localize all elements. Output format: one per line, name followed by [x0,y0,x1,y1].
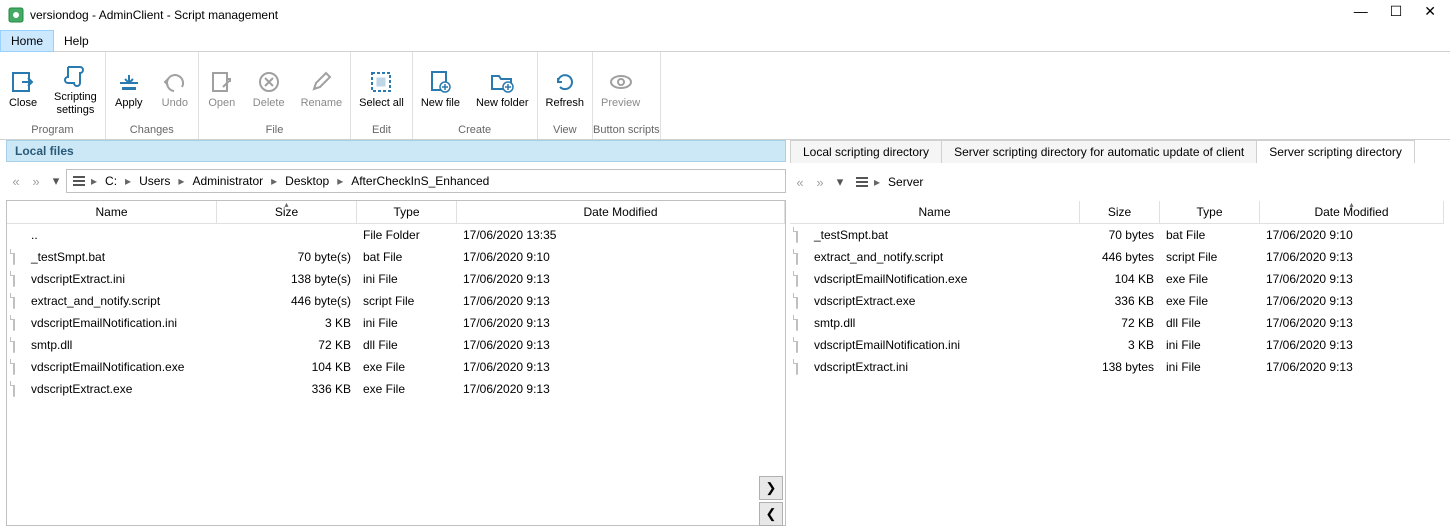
group-label-file: File [199,123,350,139]
undo-icon [160,67,190,97]
new-file-button[interactable]: New file [413,52,468,123]
titlebar: versiondog - AdminClient - Script manage… [0,0,1450,30]
menu-bar: Home Help [0,30,1450,52]
file-icon [13,337,15,353]
new-file-icon [425,67,455,97]
local-filelist: Name ▴Size Type Date Modified .. File Fo… [6,200,786,526]
file-row[interactable]: vdscriptExtract.exe 336 KB exe File 17/0… [7,378,785,400]
window-title: versiondog - AdminClient - Script manage… [30,8,1442,22]
breadcrumb-left[interactable]: ▸ C:▸ Users▸ Administrator▸ Desktop▸ Aft… [66,169,786,193]
file-row[interactable]: vdscriptEmailNotification.ini 3 KB ini F… [790,334,1444,356]
app-icon [8,7,24,23]
scripting-settings-button[interactable]: Scriptingsettings [46,52,105,123]
file-icon [796,271,798,287]
refresh-button[interactable]: Refresh [538,52,593,123]
ribbon: Close Scriptingsettings Program Apply Un… [0,52,1450,140]
col-date[interactable]: Date Modified [457,201,785,223]
file-row[interactable]: _testSmpt.bat 70 byte(s) bat File 17/06/… [7,246,785,268]
close-window-button[interactable]: ✕ [1424,4,1436,18]
file-icon [796,293,798,309]
file-icon [13,315,15,331]
file-row[interactable]: vdscriptExtract.ini 138 bytes ini File 1… [790,356,1444,378]
file-icon [796,315,798,331]
local-panel: Local files « » ▾ ▸ C:▸ Users▸ Administr… [0,140,786,526]
select-all-icon [366,67,396,97]
group-label-program: Program [0,123,105,139]
rename-icon [306,67,336,97]
nav-drop-r[interactable]: ▾ [830,174,850,190]
file-row[interactable]: vdscriptEmailNotification.ini 3 KB ini F… [7,312,785,334]
nav-back-r[interactable]: « [790,175,810,190]
file-row[interactable]: vdscriptExtract.exe 336 KB exe File 17/0… [790,290,1444,312]
scroll-icon [60,61,90,91]
file-icon [13,249,15,265]
refresh-icon [550,67,580,97]
nav-back[interactable]: « [6,174,26,189]
rename-button[interactable]: Rename [293,52,351,123]
new-folder-icon [487,67,517,97]
new-folder-button[interactable]: New folder [468,52,537,123]
apply-icon [114,67,144,97]
menu-help[interactable]: Help [54,31,99,51]
nav-fwd-r[interactable]: » [810,175,830,190]
file-icon [796,249,798,265]
local-panel-header: Local files [6,140,786,162]
transfer-left-button[interactable]: ❮ [759,502,783,526]
col-name[interactable]: Name [7,201,217,223]
nav-fwd[interactable]: » [26,174,46,189]
col-size[interactable]: ▴Size [217,201,357,223]
server-filelist: Name Size Type ▴Date Modified _testSmpt.… [790,201,1444,526]
minimize-button[interactable]: — [1354,4,1368,18]
list-icon [71,173,87,189]
undo-button[interactable]: Undo [152,52,198,123]
tabs: Local scripting directory Server scripti… [790,140,1444,163]
group-label-edit: Edit [351,123,412,139]
tab-local-dir[interactable]: Local scripting directory [790,140,942,163]
group-label-changes: Changes [106,123,198,139]
file-row[interactable]: extract_and_notify.script 446 byte(s) sc… [7,290,785,312]
open-icon [207,67,237,97]
delete-button[interactable]: Delete [245,52,293,123]
file-row[interactable]: extract_and_notify.script 446 bytes scri… [790,246,1444,268]
preview-button[interactable]: Preview [593,52,648,123]
file-icon [13,271,15,287]
transfer-right-button[interactable]: ❯ [759,476,783,500]
breadcrumb-right[interactable]: ▸ Server [850,170,1444,194]
col-type-r[interactable]: Type [1160,201,1260,223]
open-button[interactable]: Open [199,52,245,123]
file-row[interactable]: vdscriptEmailNotification.exe 104 KB exe… [790,268,1444,290]
delete-icon [254,67,284,97]
file-icon [796,359,798,375]
maximize-button[interactable]: ☐ [1390,4,1403,18]
tab-server-dir[interactable]: Server scripting directory [1256,140,1415,163]
tab-server-auto[interactable]: Server scripting directory for automatic… [941,140,1257,163]
col-type[interactable]: Type [357,201,457,223]
col-date-r[interactable]: ▴Date Modified [1260,201,1444,223]
file-icon [13,359,15,375]
file-icon [796,227,798,243]
select-all-button[interactable]: Select all [351,52,412,123]
file-row[interactable]: _testSmpt.bat 70 bytes bat File 17/06/20… [790,224,1444,246]
file-row[interactable]: smtp.dll 72 KB dll File 17/06/2020 9:13 [790,312,1444,334]
list-icon [854,174,870,190]
close-icon [8,67,38,97]
file-icon [13,381,15,397]
col-name-r[interactable]: Name [790,201,1080,223]
file-row[interactable]: smtp.dll 72 KB dll File 17/06/2020 9:13 [7,334,785,356]
nav-drop[interactable]: ▾ [46,173,66,189]
group-label-create: Create [413,123,537,139]
col-size-r[interactable]: Size [1080,201,1160,223]
menu-home[interactable]: Home [0,30,54,52]
group-label-buttons: Button scripts [593,123,660,139]
file-icon [13,293,15,309]
server-panel: Local scripting directory Server scripti… [790,140,1450,526]
file-row[interactable]: vdscriptExtract.ini 138 byte(s) ini File… [7,268,785,290]
file-row[interactable]: .. File Folder 17/06/2020 13:35 [7,224,785,246]
apply-button[interactable]: Apply [106,52,152,123]
group-label-view: View [538,123,593,139]
preview-icon [606,67,636,97]
close-button[interactable]: Close [0,52,46,123]
file-row[interactable]: vdscriptEmailNotification.exe 104 KB exe… [7,356,785,378]
file-icon [796,337,798,353]
